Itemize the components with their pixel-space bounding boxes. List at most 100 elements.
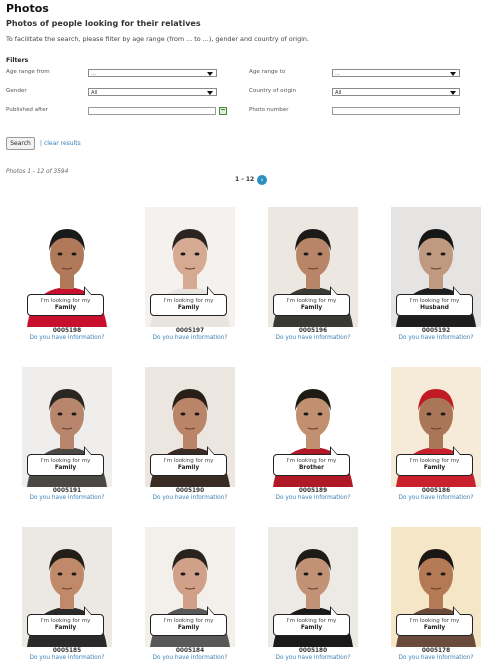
have-information-link[interactable]: Do you have information?: [139, 335, 241, 341]
person-photo[interactable]: I'm looking for my Brother: [268, 367, 358, 487]
age-from-select[interactable]: ...: [88, 69, 217, 77]
person-photo[interactable]: I'm looking for my Family: [391, 527, 481, 647]
photo-number: 0005184: [175, 648, 205, 654]
relation-label: Family: [300, 625, 323, 631]
looking-for-label: I'm looking for my: [409, 618, 460, 624]
age-to-label: Age range to: [249, 69, 286, 75]
photo-number: 0005191: [52, 488, 82, 494]
person-photo[interactable]: I'm looking for my Family: [145, 367, 235, 487]
looking-for-bubble: I'm looking for my Family: [273, 294, 350, 316]
relation-label: Family: [177, 625, 200, 631]
search-button[interactable]: Search: [6, 137, 35, 150]
photo-number-label: Photo number: [249, 107, 289, 113]
person-photo[interactable]: I'm looking for my Family: [268, 207, 358, 327]
looking-for-bubble: I'm looking for my Family: [27, 614, 104, 636]
have-information-link[interactable]: Do you have information?: [16, 335, 118, 341]
looking-for-label: I'm looking for my: [163, 458, 214, 464]
person-photo[interactable]: I'm looking for my Family: [22, 367, 112, 487]
have-information-link[interactable]: Do you have information?: [385, 655, 487, 661]
page-subtitle: Photos of people looking for their relat…: [6, 19, 201, 28]
person-photo[interactable]: I'm looking for my Husband: [391, 207, 481, 327]
looking-for-label: I'm looking for my: [40, 298, 91, 304]
photo-number-input[interactable]: [332, 107, 460, 115]
looking-for-bubble: I'm looking for my Family: [27, 294, 104, 316]
looking-for-bubble: I'm looking for my Family: [396, 454, 473, 476]
relation-label: Husband: [420, 305, 449, 311]
relation-label: Family: [300, 305, 323, 311]
looking-for-label: I'm looking for my: [40, 458, 91, 464]
filters-heading: Filters: [6, 57, 29, 64]
published-after-label: Published after: [6, 107, 48, 113]
relation-label: Family: [423, 465, 446, 471]
person-photo[interactable]: I'm looking for my Family: [145, 207, 235, 327]
looking-for-bubble: I'm looking for my Brother: [273, 454, 350, 476]
chevron-down-icon: [450, 91, 456, 95]
country-value: All: [335, 90, 342, 96]
chevron-down-icon: [207, 91, 213, 95]
looking-for-bubble: I'm looking for my Family: [150, 454, 227, 476]
have-information-link[interactable]: Do you have information?: [16, 655, 118, 661]
have-information-link[interactable]: Do you have information?: [262, 335, 364, 341]
looking-for-label: I'm looking for my: [163, 298, 214, 304]
chevron-down-icon: [207, 72, 213, 76]
age-from-label: Age range from: [6, 69, 50, 75]
gender-label: Gender: [6, 88, 27, 94]
photo-number: 0005185: [52, 648, 82, 654]
have-information-link[interactable]: Do you have information?: [139, 655, 241, 661]
photo-number: 0005190: [175, 488, 205, 494]
person-photo[interactable]: I'm looking for my Family: [22, 207, 112, 327]
looking-for-label: I'm looking for my: [286, 458, 337, 464]
photo-number: 0005178: [421, 648, 451, 654]
looking-for-label: I'm looking for my: [409, 458, 460, 464]
looking-for-bubble: I'm looking for my Family: [396, 614, 473, 636]
calendar-icon[interactable]: [219, 107, 227, 115]
country-label: Country of origin: [249, 88, 297, 94]
have-information-link[interactable]: Do you have information?: [16, 495, 118, 501]
have-information-link[interactable]: Do you have information?: [139, 495, 241, 501]
chevron-right-icon[interactable]: ›: [257, 175, 267, 185]
have-information-link[interactable]: Do you have information?: [262, 495, 364, 501]
pager-range: 1 - 12: [235, 176, 255, 183]
looking-for-bubble: I'm looking for my Family: [150, 614, 227, 636]
looking-for-bubble: I'm looking for my Family: [150, 294, 227, 316]
clear-results-link[interactable]: | clear results: [40, 140, 81, 147]
looking-for-label: I'm looking for my: [286, 298, 337, 304]
photo-number: 0005192: [421, 328, 451, 334]
relation-label: Family: [177, 465, 200, 471]
photo-number: 0005196: [298, 328, 328, 334]
have-information-link[interactable]: Do you have information?: [262, 655, 364, 661]
person-photo[interactable]: I'm looking for my Family: [268, 527, 358, 647]
age-to-value: ...: [335, 71, 340, 77]
age-to-select[interactable]: ...: [332, 69, 460, 77]
relation-label: Family: [54, 625, 77, 631]
published-after-input[interactable]: [88, 107, 216, 115]
relation-label: Brother: [299, 465, 324, 471]
looking-for-bubble: I'm looking for my Family: [273, 614, 350, 636]
photo-number: 0005189: [298, 488, 328, 494]
results-count: Photos 1 - 12 of 3594: [6, 169, 69, 175]
relation-label: Family: [177, 305, 200, 311]
page-title: Photos: [6, 2, 49, 15]
photo-number: 0005198: [52, 328, 82, 334]
looking-for-label: I'm looking for my: [409, 298, 460, 304]
gender-value: All: [91, 90, 98, 96]
country-select[interactable]: All: [332, 88, 460, 96]
photo-number: 0005197: [175, 328, 205, 334]
gender-select[interactable]: All: [88, 88, 217, 96]
person-photo[interactable]: I'm looking for my Family: [145, 527, 235, 647]
intro-text: To facilitate the search, please filter …: [6, 35, 310, 43]
looking-for-label: I'm looking for my: [40, 618, 91, 624]
relation-label: Family: [54, 465, 77, 471]
age-from-value: ...: [91, 71, 96, 77]
chevron-down-icon: [450, 72, 456, 76]
have-information-link[interactable]: Do you have information?: [385, 335, 487, 341]
person-photo[interactable]: I'm looking for my Family: [391, 367, 481, 487]
person-photo[interactable]: I'm looking for my Family: [22, 527, 112, 647]
photo-number: 0005186: [421, 488, 451, 494]
looking-for-bubble: I'm looking for my Husband: [396, 294, 473, 316]
looking-for-bubble: I'm looking for my Family: [27, 454, 104, 476]
relation-label: Family: [423, 625, 446, 631]
have-information-link[interactable]: Do you have information?: [385, 495, 487, 501]
photo-number: 0005180: [298, 648, 328, 654]
looking-for-label: I'm looking for my: [286, 618, 337, 624]
